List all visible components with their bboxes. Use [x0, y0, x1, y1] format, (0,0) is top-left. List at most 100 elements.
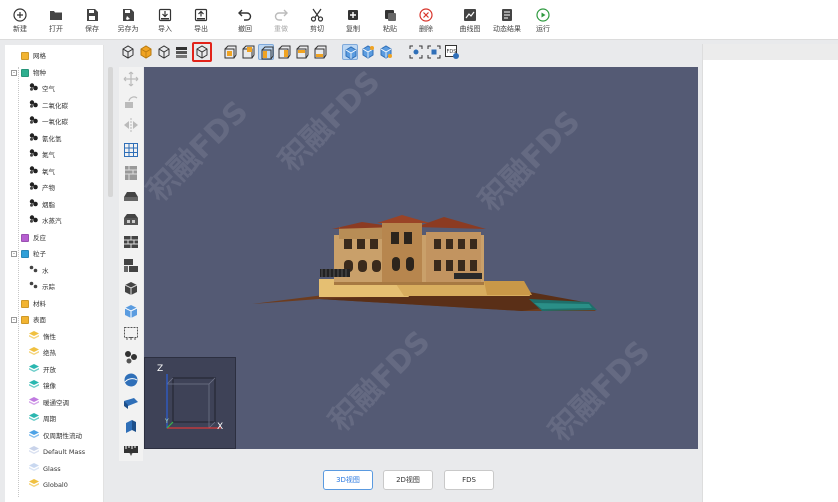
block-tool[interactable] — [123, 234, 139, 250]
tree-item-label: 反应 — [33, 234, 46, 242]
outline-view-button[interactable] — [156, 44, 172, 60]
side-toolbar-scroll-indicator[interactable]: ▾ — [126, 452, 136, 458]
tree-item[interactable]: 氰化氢 — [29, 131, 62, 147]
wireframe-cube-icon — [122, 45, 134, 59]
material-node-icon — [21, 300, 29, 308]
view-right-button[interactable] — [276, 44, 292, 60]
particles-tool[interactable] — [123, 349, 139, 365]
new-button[interactable]: 新建 — [3, 5, 37, 35]
delete-button[interactable]: 删除 — [409, 5, 443, 35]
tree-item[interactable]: 水蒸汽 — [29, 213, 62, 229]
paste-button[interactable]: 粘贴 — [373, 5, 407, 35]
zoom-extents-button[interactable] — [426, 44, 442, 60]
tree-item[interactable]: 烟脂 — [29, 197, 55, 213]
view-back-button[interactable] — [240, 44, 256, 60]
tree-item[interactable]: 开放 — [29, 362, 56, 378]
tree-item[interactable]: 绝热 — [29, 345, 56, 361]
tree-item[interactable]: 物种 — [21, 65, 46, 81]
grid-node-icon — [21, 52, 29, 60]
tree-item[interactable]: 周期 — [29, 411, 56, 427]
tree-scrollbar[interactable] — [108, 67, 113, 197]
device-tool[interactable] — [123, 418, 139, 434]
plane-tool[interactable] — [123, 395, 139, 411]
iso-view-2-button[interactable] — [360, 44, 376, 60]
obstruction-tool[interactable] — [123, 257, 139, 273]
rotate-tool[interactable] — [123, 94, 139, 110]
import-button[interactable]: 导入 — [148, 5, 182, 35]
tab-2d-view[interactable]: 2D视图 — [383, 470, 433, 490]
copy-icon — [348, 10, 358, 20]
stack-view-button[interactable] — [174, 44, 190, 60]
tree-item[interactable]: 暖通空调 — [29, 395, 69, 411]
tree-item[interactable]: 空气 — [29, 81, 55, 97]
transparent-view-button[interactable] — [192, 42, 212, 62]
export-button[interactable]: 导出 — [184, 5, 218, 35]
save-as-button[interactable]: 另存为 — [111, 5, 145, 35]
tree-item[interactable]: Glass — [29, 461, 61, 477]
tree-item[interactable]: 表面 — [21, 312, 46, 328]
redo-button[interactable]: 重做 — [264, 5, 298, 35]
tree-item[interactable]: 氧气 — [29, 164, 55, 180]
tree-item[interactable]: 网格 — [21, 48, 46, 64]
copy-button[interactable]: 复制 — [336, 5, 370, 35]
open-button[interactable]: 打开 — [39, 5, 73, 35]
wireframe-view-button[interactable] — [120, 44, 136, 60]
tree-item-label: 仅周期性流动 — [43, 432, 82, 440]
layer-icon — [29, 378, 39, 394]
solid-view-button[interactable] — [138, 44, 154, 60]
cut-button[interactable]: 剪切 — [300, 5, 334, 35]
tree-item[interactable]: 粒子 — [21, 246, 46, 262]
tree-item[interactable]: 二氧化碳 — [29, 98, 68, 114]
iso-view-3-button[interactable] — [378, 44, 394, 60]
hole-tool[interactable] — [123, 326, 139, 342]
undo-button[interactable]: 撤回 — [228, 5, 262, 35]
run-button[interactable]: 运行 — [526, 5, 560, 35]
3d-viewport[interactable]: 积融FDS 积融FDS 积融FDS 积融FDS 积融FDS Z X Y — [144, 67, 698, 449]
fds-settings-button[interactable]: FDS — [444, 44, 460, 60]
tree-expand-toggle[interactable]: - — [11, 70, 17, 76]
view-front-button[interactable] — [222, 44, 238, 60]
tree-item[interactable]: 水 — [29, 263, 49, 279]
copy-label: 复制 — [346, 25, 360, 33]
tree-item-label: 空气 — [42, 85, 55, 93]
line-chart-button[interactable]: 曲线图 — [453, 5, 487, 35]
tree-item[interactable]: 一氧化碳 — [29, 114, 68, 130]
view-left-button[interactable] — [258, 44, 274, 60]
tree-item[interactable]: 示踪 — [29, 279, 55, 295]
dynamic-result-button[interactable]: 动态结果 — [490, 5, 524, 35]
import-icon — [158, 8, 172, 22]
tab-fds[interactable]: FDS — [444, 470, 494, 490]
tree-item[interactable]: 反应 — [21, 230, 46, 246]
tree-item-label: 绝热 — [43, 349, 56, 357]
tree-item[interactable]: 产物 — [29, 180, 55, 196]
view-top-button[interactable] — [294, 44, 310, 60]
tree-item[interactable]: 氮气 — [29, 147, 55, 163]
slab-tool[interactable] — [123, 188, 139, 204]
tree-item-label: 物种 — [33, 69, 46, 77]
plus-circle-icon — [13, 8, 27, 22]
tree-item[interactable]: 仅周期性流动 — [29, 428, 82, 444]
tree-item[interactable]: 惰性 — [29, 329, 56, 345]
solid-box-tool[interactable] — [123, 280, 139, 296]
tree-expand-toggle[interactable]: - — [11, 317, 17, 323]
save-button[interactable]: 保存 — [75, 5, 109, 35]
tree-item-label: 开放 — [43, 366, 56, 374]
tree-item[interactable]: Global0 — [29, 477, 68, 493]
vent-tool[interactable] — [123, 303, 139, 319]
move-arrows-icon — [123, 71, 139, 87]
iso-view-1-button[interactable] — [342, 44, 358, 60]
move-tool[interactable] — [123, 71, 139, 87]
tab-3d-view[interactable]: 3D视图 — [323, 470, 373, 490]
tree-item[interactable]: 材料 — [21, 296, 46, 312]
tree-item-label: 惰性 — [43, 333, 56, 341]
wall-tool[interactable] — [123, 165, 139, 181]
fit-view-button[interactable] — [408, 44, 424, 60]
mirror-tool[interactable] — [123, 117, 139, 133]
tree-item[interactable]: Default Mass — [29, 444, 85, 460]
mesh-tool[interactable] — [123, 142, 139, 158]
room-tool[interactable] — [123, 211, 139, 227]
tree-item[interactable]: 镜像 — [29, 378, 56, 394]
tree-expand-toggle[interactable]: - — [11, 251, 17, 257]
surface-tool[interactable] — [123, 372, 139, 388]
view-bottom-button[interactable] — [312, 44, 328, 60]
